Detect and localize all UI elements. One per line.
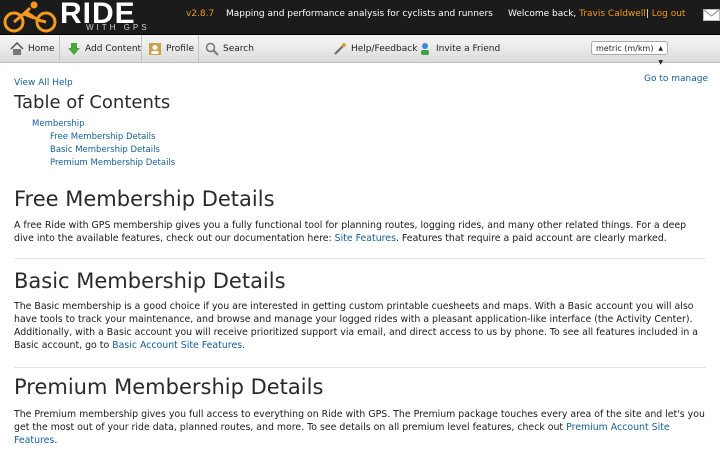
welcome-separator: |	[645, 9, 649, 19]
go-to-manage-link[interactable]: Go to manage	[644, 74, 708, 84]
basic-section-title: Basic Membership Details	[14, 269, 286, 293]
toc-title: Table of Contents	[14, 92, 171, 113]
premium-section-title: Premium Membership Details	[14, 375, 324, 399]
toc-item-membership[interactable]: Membership	[32, 118, 175, 131]
section-divider	[14, 258, 706, 259]
basic-section-text: The Basic membership is a good choice if…	[14, 300, 706, 352]
toolbar-divider	[198, 35, 199, 62]
home-button[interactable]: Home	[10, 35, 55, 62]
logout-link[interactable]: Log out	[652, 9, 686, 19]
help-feedback-button[interactable]: Help/Feedback	[333, 35, 417, 62]
free-section-title: Free Membership Details	[14, 187, 275, 211]
add-content-button[interactable]: Add Content	[67, 35, 141, 62]
user-name-link[interactable]: Travis Caldwell	[579, 9, 646, 19]
free-section-text: A free Ride with GPS membership gives yo…	[14, 219, 706, 245]
invite-friend-button[interactable]: Invite a Friend	[418, 35, 500, 62]
premium-section-text: The Premium membership gives you full ac…	[14, 408, 706, 447]
free-text-b: . Features that require a paid account a…	[395, 233, 667, 244]
view-all-help-link[interactable]: View All Help	[14, 78, 73, 88]
welcome-area: Welcome back, Travis Caldwell| Log out	[508, 9, 685, 19]
help-icon	[334, 42, 346, 55]
site-features-link[interactable]: Site Features	[335, 233, 396, 244]
units-value: metric (m/km)	[596, 44, 654, 53]
profile-label: Profile	[166, 43, 194, 54]
mail-icon[interactable]	[703, 9, 720, 21]
units-select[interactable]: metric (m/km) ▲ ▼	[591, 41, 668, 66]
toc-item-free[interactable]: Free Membership Details	[32, 131, 175, 144]
section-divider	[14, 367, 706, 368]
toc-item-basic[interactable]: Basic Membership Details	[32, 144, 175, 157]
toolbar-divider	[59, 35, 60, 62]
help-label: Help/Feedback	[351, 43, 418, 54]
logo-subtext: WITH GPS	[86, 23, 150, 32]
add-content-icon	[68, 42, 80, 55]
toc-list: Membership Free Membership Details Basic…	[32, 118, 175, 170]
basic-text-b: .	[242, 340, 246, 351]
toolbar-divider	[141, 35, 142, 62]
search-icon	[205, 42, 219, 56]
search-button[interactable]: Search	[205, 35, 254, 62]
chevron-down-icon: ▲ ▼	[658, 45, 663, 66]
profile-button[interactable]: Profile	[148, 35, 194, 62]
profile-icon	[149, 42, 161, 55]
site-logo[interactable]: RIDE WITH GPS	[0, 0, 180, 34]
toc-item-premium[interactable]: Premium Membership Details	[32, 157, 175, 170]
version-label: v2.8.7	[186, 9, 215, 19]
home-icon	[10, 41, 24, 55]
add-content-label: Add Content	[85, 43, 142, 54]
home-label: Home	[28, 43, 55, 54]
tagline: Mapping and performance analysis for cyc…	[226, 9, 493, 19]
main-toolbar: Home Add Content Profile Search Help/Fee…	[0, 35, 720, 66]
invite-label: Invite a Friend	[436, 43, 501, 54]
search-label: Search	[223, 43, 254, 54]
invite-icon	[421, 42, 429, 55]
cyclist-logo-icon	[3, 1, 57, 33]
basic-features-link[interactable]: Basic Account Site Features	[112, 340, 242, 351]
top-header: RIDE WITH GPS v2.8.7 Mapping and perform…	[0, 0, 720, 35]
premium-text-b: .	[54, 435, 58, 446]
welcome-text: Welcome back,	[508, 9, 577, 19]
